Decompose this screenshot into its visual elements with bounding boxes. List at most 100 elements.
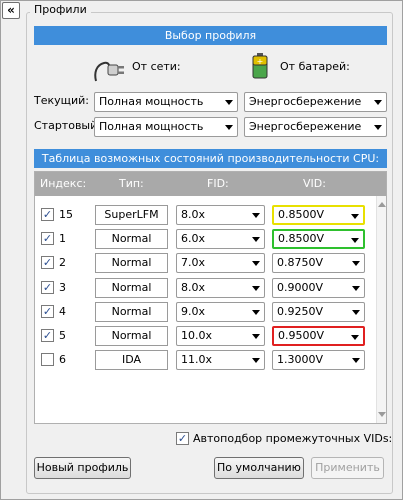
- vid-value: 1.3000V: [277, 353, 324, 367]
- startup-battery-value: Энергосбережение: [249, 120, 362, 133]
- chevron-down-icon: [252, 285, 260, 291]
- table-row: ✓ 3 Normal 8.0x 0.9000V: [35, 277, 375, 299]
- state-index: 1: [59, 232, 66, 246]
- svg-text:+: +: [257, 57, 264, 66]
- state-type-field: Normal: [95, 229, 168, 250]
- fid-select[interactable]: 8.0x: [176, 205, 265, 225]
- table-row: ✓ 5 Normal 10.0x 0.9500V: [35, 325, 375, 347]
- current-ac-profile-select[interactable]: Полная мощность: [94, 92, 238, 112]
- vid-select[interactable]: 0.8500V: [272, 205, 365, 225]
- startup-ac-profile-select[interactable]: Полная мощность: [94, 117, 238, 137]
- chevron-down-icon: [351, 335, 359, 340]
- chevron-down-icon: [351, 214, 359, 219]
- chevron-down-icon: [225, 125, 233, 130]
- group-title: Профили: [30, 3, 91, 16]
- column-vid: VID:: [303, 177, 326, 190]
- fid-select[interactable]: 7.0x: [176, 253, 265, 274]
- fid-select[interactable]: 9.0x: [176, 301, 265, 322]
- state-enabled-checkbox[interactable]: ✓: [41, 280, 54, 294]
- pstate-table-header: Таблица возможных состояний производител…: [34, 149, 387, 168]
- auto-vid-label: Автоподбор промежуточных VIDs:: [193, 432, 393, 445]
- chevron-down-icon: [352, 285, 360, 291]
- column-index: Индекс:: [40, 177, 87, 190]
- vid-select[interactable]: 0.9500V: [272, 326, 365, 346]
- collapse-button[interactable]: «: [2, 2, 20, 19]
- state-type-field: SuperLFM: [95, 205, 168, 225]
- column-type: Тип:: [119, 177, 144, 190]
- fid-value: 7.0x: [181, 256, 206, 270]
- startup-profile-label: Стартовый:: [34, 119, 101, 132]
- fid-value: 8.0x: [181, 208, 206, 221]
- state-index: 6: [59, 353, 66, 367]
- fid-value: 8.0x: [181, 280, 206, 294]
- ac-source-label: От сети:: [132, 60, 181, 73]
- startup-battery-profile-select[interactable]: Энергосбережение: [244, 117, 387, 137]
- current-ac-value: Полная мощность: [99, 95, 204, 108]
- current-profile-label: Текущий:: [34, 94, 90, 107]
- startup-ac-value: Полная мощность: [99, 120, 204, 133]
- table-row: ✓ 15 SuperLFM 8.0x 0.8500V: [35, 204, 375, 226]
- chevron-down-icon: [352, 358, 360, 364]
- column-fid: FID:: [207, 177, 229, 190]
- apply-button[interactable]: Применить: [311, 457, 384, 479]
- vid-value: 0.9500V: [278, 329, 325, 342]
- state-type-field: Normal: [95, 277, 168, 298]
- state-enabled-checkbox[interactable]: ✓: [41, 256, 54, 270]
- chevron-down-icon: [225, 100, 233, 105]
- vid-select[interactable]: 0.8750V: [272, 253, 365, 274]
- chevron-down-icon: [252, 213, 260, 218]
- fid-select[interactable]: 11.0x: [176, 350, 265, 371]
- fid-select[interactable]: 8.0x: [176, 277, 265, 298]
- state-enabled-checkbox[interactable]: [41, 353, 54, 367]
- current-battery-value: Энергосбережение: [249, 95, 362, 108]
- pstate-table: Индекс: Тип: FID: VID: ✓ 15 SuperLFM 8.0x 0.…: [34, 171, 387, 424]
- state-type-field: Normal: [95, 301, 168, 322]
- vid-value: 0.8500V: [278, 232, 325, 246]
- chevron-down-icon: [252, 237, 260, 243]
- fid-value: 11.0x: [181, 353, 213, 367]
- chevron-down-icon: [252, 261, 260, 267]
- state-type-field: Normal: [95, 326, 168, 346]
- state-type-field: Normal: [95, 253, 168, 274]
- vid-value: 0.9250V: [277, 304, 324, 318]
- battery-icon: +: [252, 53, 268, 79]
- table-row: 6 IDA 11.0x 1.3000V: [35, 349, 375, 371]
- table-scrollbar[interactable]: [376, 196, 386, 423]
- state-index: 5: [59, 329, 66, 342]
- vid-select[interactable]: 0.8500V: [272, 229, 365, 250]
- vid-select[interactable]: 1.3000V: [272, 350, 365, 371]
- vid-select[interactable]: 0.9000V: [272, 277, 365, 298]
- table-row: ✓ 4 Normal 9.0x 0.9250V: [35, 301, 375, 323]
- fid-select[interactable]: 10.0x: [176, 326, 265, 346]
- battery-source-label: От батарей:: [280, 60, 350, 73]
- defaults-button[interactable]: По умолчанию: [214, 457, 304, 479]
- chevron-down-icon: [351, 238, 359, 244]
- state-enabled-checkbox[interactable]: ✓: [41, 304, 54, 318]
- vid-value: 0.8750V: [277, 256, 324, 270]
- state-index: 3: [59, 280, 66, 294]
- chevron-down-icon: [374, 125, 382, 130]
- chevron-down-icon: [374, 100, 382, 105]
- scroll-up-icon[interactable]: [378, 202, 386, 207]
- state-index: 4: [59, 304, 66, 318]
- state-index: 15: [59, 208, 73, 221]
- table-row: ✓ 1 Normal 6.0x 0.8500V: [35, 228, 375, 250]
- state-enabled-checkbox[interactable]: ✓: [41, 329, 54, 342]
- state-index: 2: [59, 256, 66, 270]
- table-row: ✓ 2 Normal 7.0x 0.8750V: [35, 252, 375, 274]
- table-header-row: Индекс: Тип: FID: VID:: [35, 172, 386, 196]
- fid-value: 6.0x: [181, 232, 206, 246]
- new-profile-button[interactable]: Новый профиль: [34, 457, 131, 479]
- state-enabled-checkbox[interactable]: ✓: [41, 208, 54, 221]
- vid-value: 0.8500V: [278, 208, 325, 221]
- scroll-down-icon[interactable]: [378, 412, 386, 417]
- chevron-down-icon: [352, 261, 360, 267]
- vid-select[interactable]: 0.9250V: [272, 301, 365, 322]
- auto-vid-checkbox[interactable]: ✓: [176, 432, 189, 445]
- state-enabled-checkbox[interactable]: ✓: [41, 232, 54, 246]
- current-battery-profile-select[interactable]: Энергосбережение: [244, 92, 387, 112]
- fid-select[interactable]: 6.0x: [176, 229, 265, 250]
- fid-value: 10.0x: [181, 329, 213, 342]
- power-plug-icon: [94, 61, 124, 82]
- state-type-field: IDA: [95, 350, 168, 371]
